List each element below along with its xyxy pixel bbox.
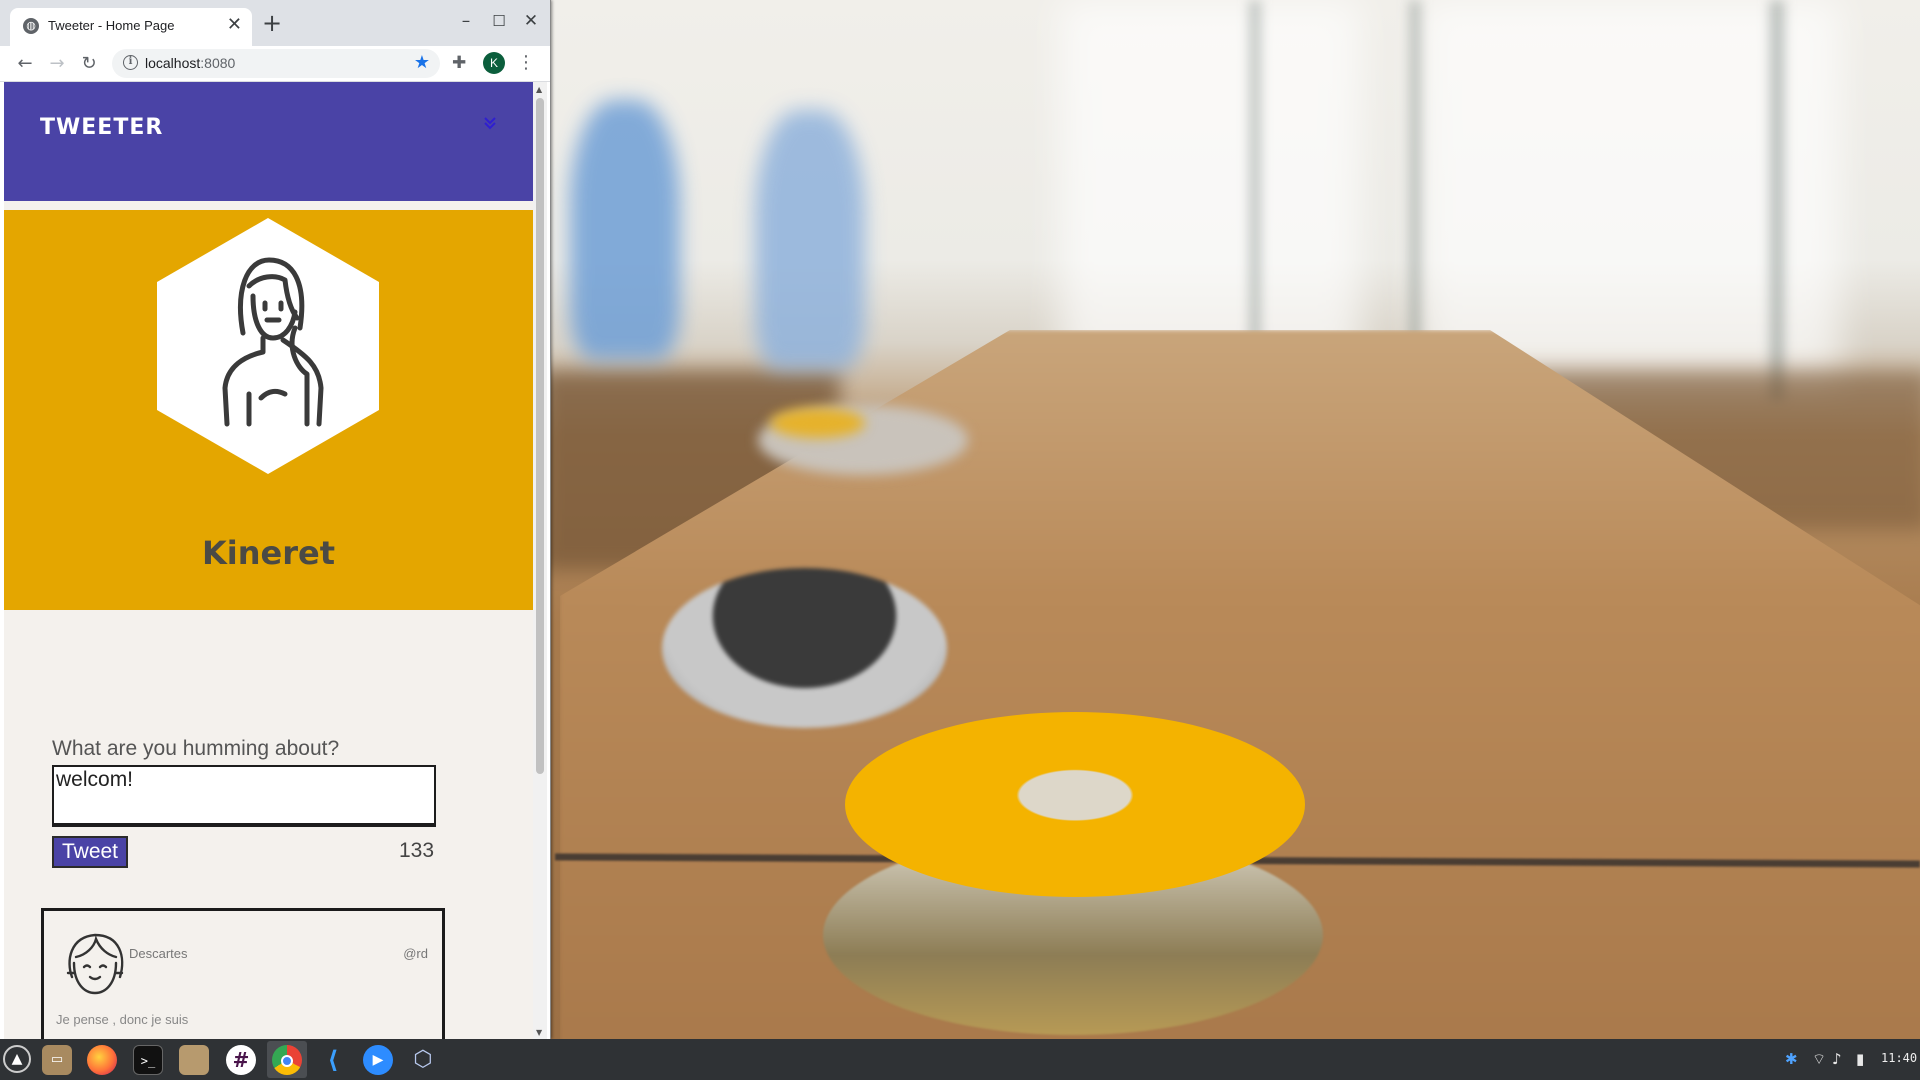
reload-icon[interactable]: ↻	[75, 50, 103, 78]
files-icon[interactable]: ▭	[42, 1045, 72, 1075]
menu-icon[interactable]: ▲	[3, 1045, 31, 1073]
bluetooth-icon[interactable]: ✱	[1785, 1049, 1798, 1069]
scroll-down-arrow-icon[interactable]: ▼	[536, 1028, 542, 1037]
new-tab-button[interactable]: +	[262, 10, 282, 36]
folder-icon[interactable]	[179, 1045, 209, 1075]
address-bar[interactable]: i localhost:8080 ★	[112, 49, 440, 78]
slack-icon[interactable]: #	[226, 1045, 256, 1075]
profile-name: Kineret	[201, 534, 336, 572]
battery-icon[interactable]: ▮	[1856, 1049, 1864, 1069]
globe-icon: ◍	[23, 18, 39, 34]
browser-toolbar: ← → ↻ i localhost:8080 ★ ✚ K ⋮	[0, 46, 550, 82]
close-tab-button[interactable]: ✕	[227, 15, 242, 35]
wifi-icon[interactable]: ⌔	[1812, 1049, 1826, 1069]
tweet-avatar-icon	[66, 933, 124, 995]
site-info-icon[interactable]: i	[123, 55, 138, 70]
site-brand[interactable]: TWEETER	[40, 115, 163, 140]
minimize-button[interactable]: –	[453, 8, 479, 34]
tweet-text: Je pense , donc je suis	[56, 1012, 189, 1027]
page-viewport: TWEETER Kineret What are you humming abo…	[4, 82, 533, 1039]
browser-menu-icon[interactable]: ⋮	[517, 49, 535, 77]
chrome-icon[interactable]	[272, 1045, 302, 1075]
profile-avatar-hexagon	[157, 218, 379, 474]
forward-icon[interactable]: →	[43, 50, 71, 78]
tweet-card: Descartes @rd Je pense , donc je suis	[41, 908, 445, 1039]
tweet-author: Descartes	[129, 946, 188, 961]
close-window-button[interactable]: ✕	[518, 8, 544, 34]
firefox-icon[interactable]	[87, 1045, 117, 1075]
tweet-button[interactable]: Tweet	[52, 836, 128, 868]
tweet-handle: @rd	[403, 946, 428, 961]
tab-title: Tweeter - Home Page	[48, 18, 175, 33]
browser-window: ◍ Tweeter - Home Page ✕ + – ☐ ✕ ← → ↻ i …	[0, 0, 551, 1039]
character-counter: 133	[399, 839, 435, 862]
profile-card: Kineret	[4, 210, 533, 610]
compose-tweet-form: What are you humming about? Tweet 133	[52, 737, 437, 868]
volume-icon[interactable]: ♪	[1832, 1049, 1842, 1069]
extensions-puzzle-icon[interactable]: ✚	[452, 53, 466, 73]
terminal-icon[interactable]: >_	[133, 1045, 163, 1075]
maximize-button[interactable]: ☐	[486, 8, 512, 34]
tweet-textarea[interactable]	[52, 765, 436, 827]
url-text[interactable]: localhost:8080	[145, 55, 235, 71]
chevron-down-icon[interactable]	[484, 116, 496, 133]
vscode-icon[interactable]: ⟨	[318, 1045, 348, 1075]
site-navbar: TWEETER	[4, 82, 533, 201]
virtualbox-icon[interactable]: ⬡	[408, 1045, 438, 1075]
tab-strip: ◍ Tweeter - Home Page ✕ + – ☐ ✕	[0, 0, 550, 46]
scroll-up-arrow-icon[interactable]: ▲	[536, 85, 542, 94]
profile-avatar[interactable]: K	[483, 52, 505, 74]
bookmark-star-icon[interactable]: ★	[414, 52, 430, 73]
compose-label: What are you humming about?	[52, 737, 340, 760]
back-icon[interactable]: ←	[11, 50, 39, 78]
taskbar: ▲ ▭ >_ # ⟨ ▶ ⬡ ✱ ⌔ ♪ ▮ 11:40	[0, 1039, 1920, 1080]
clock[interactable]: 11:40	[1881, 1051, 1917, 1065]
scrollbar-thumb[interactable]	[536, 98, 544, 774]
zoom-icon[interactable]: ▶	[363, 1045, 393, 1075]
page-scrollbar[interactable]: ▲ ▼	[533, 82, 547, 1039]
tab-tweeter-home[interactable]: ◍ Tweeter - Home Page ✕	[10, 8, 252, 46]
